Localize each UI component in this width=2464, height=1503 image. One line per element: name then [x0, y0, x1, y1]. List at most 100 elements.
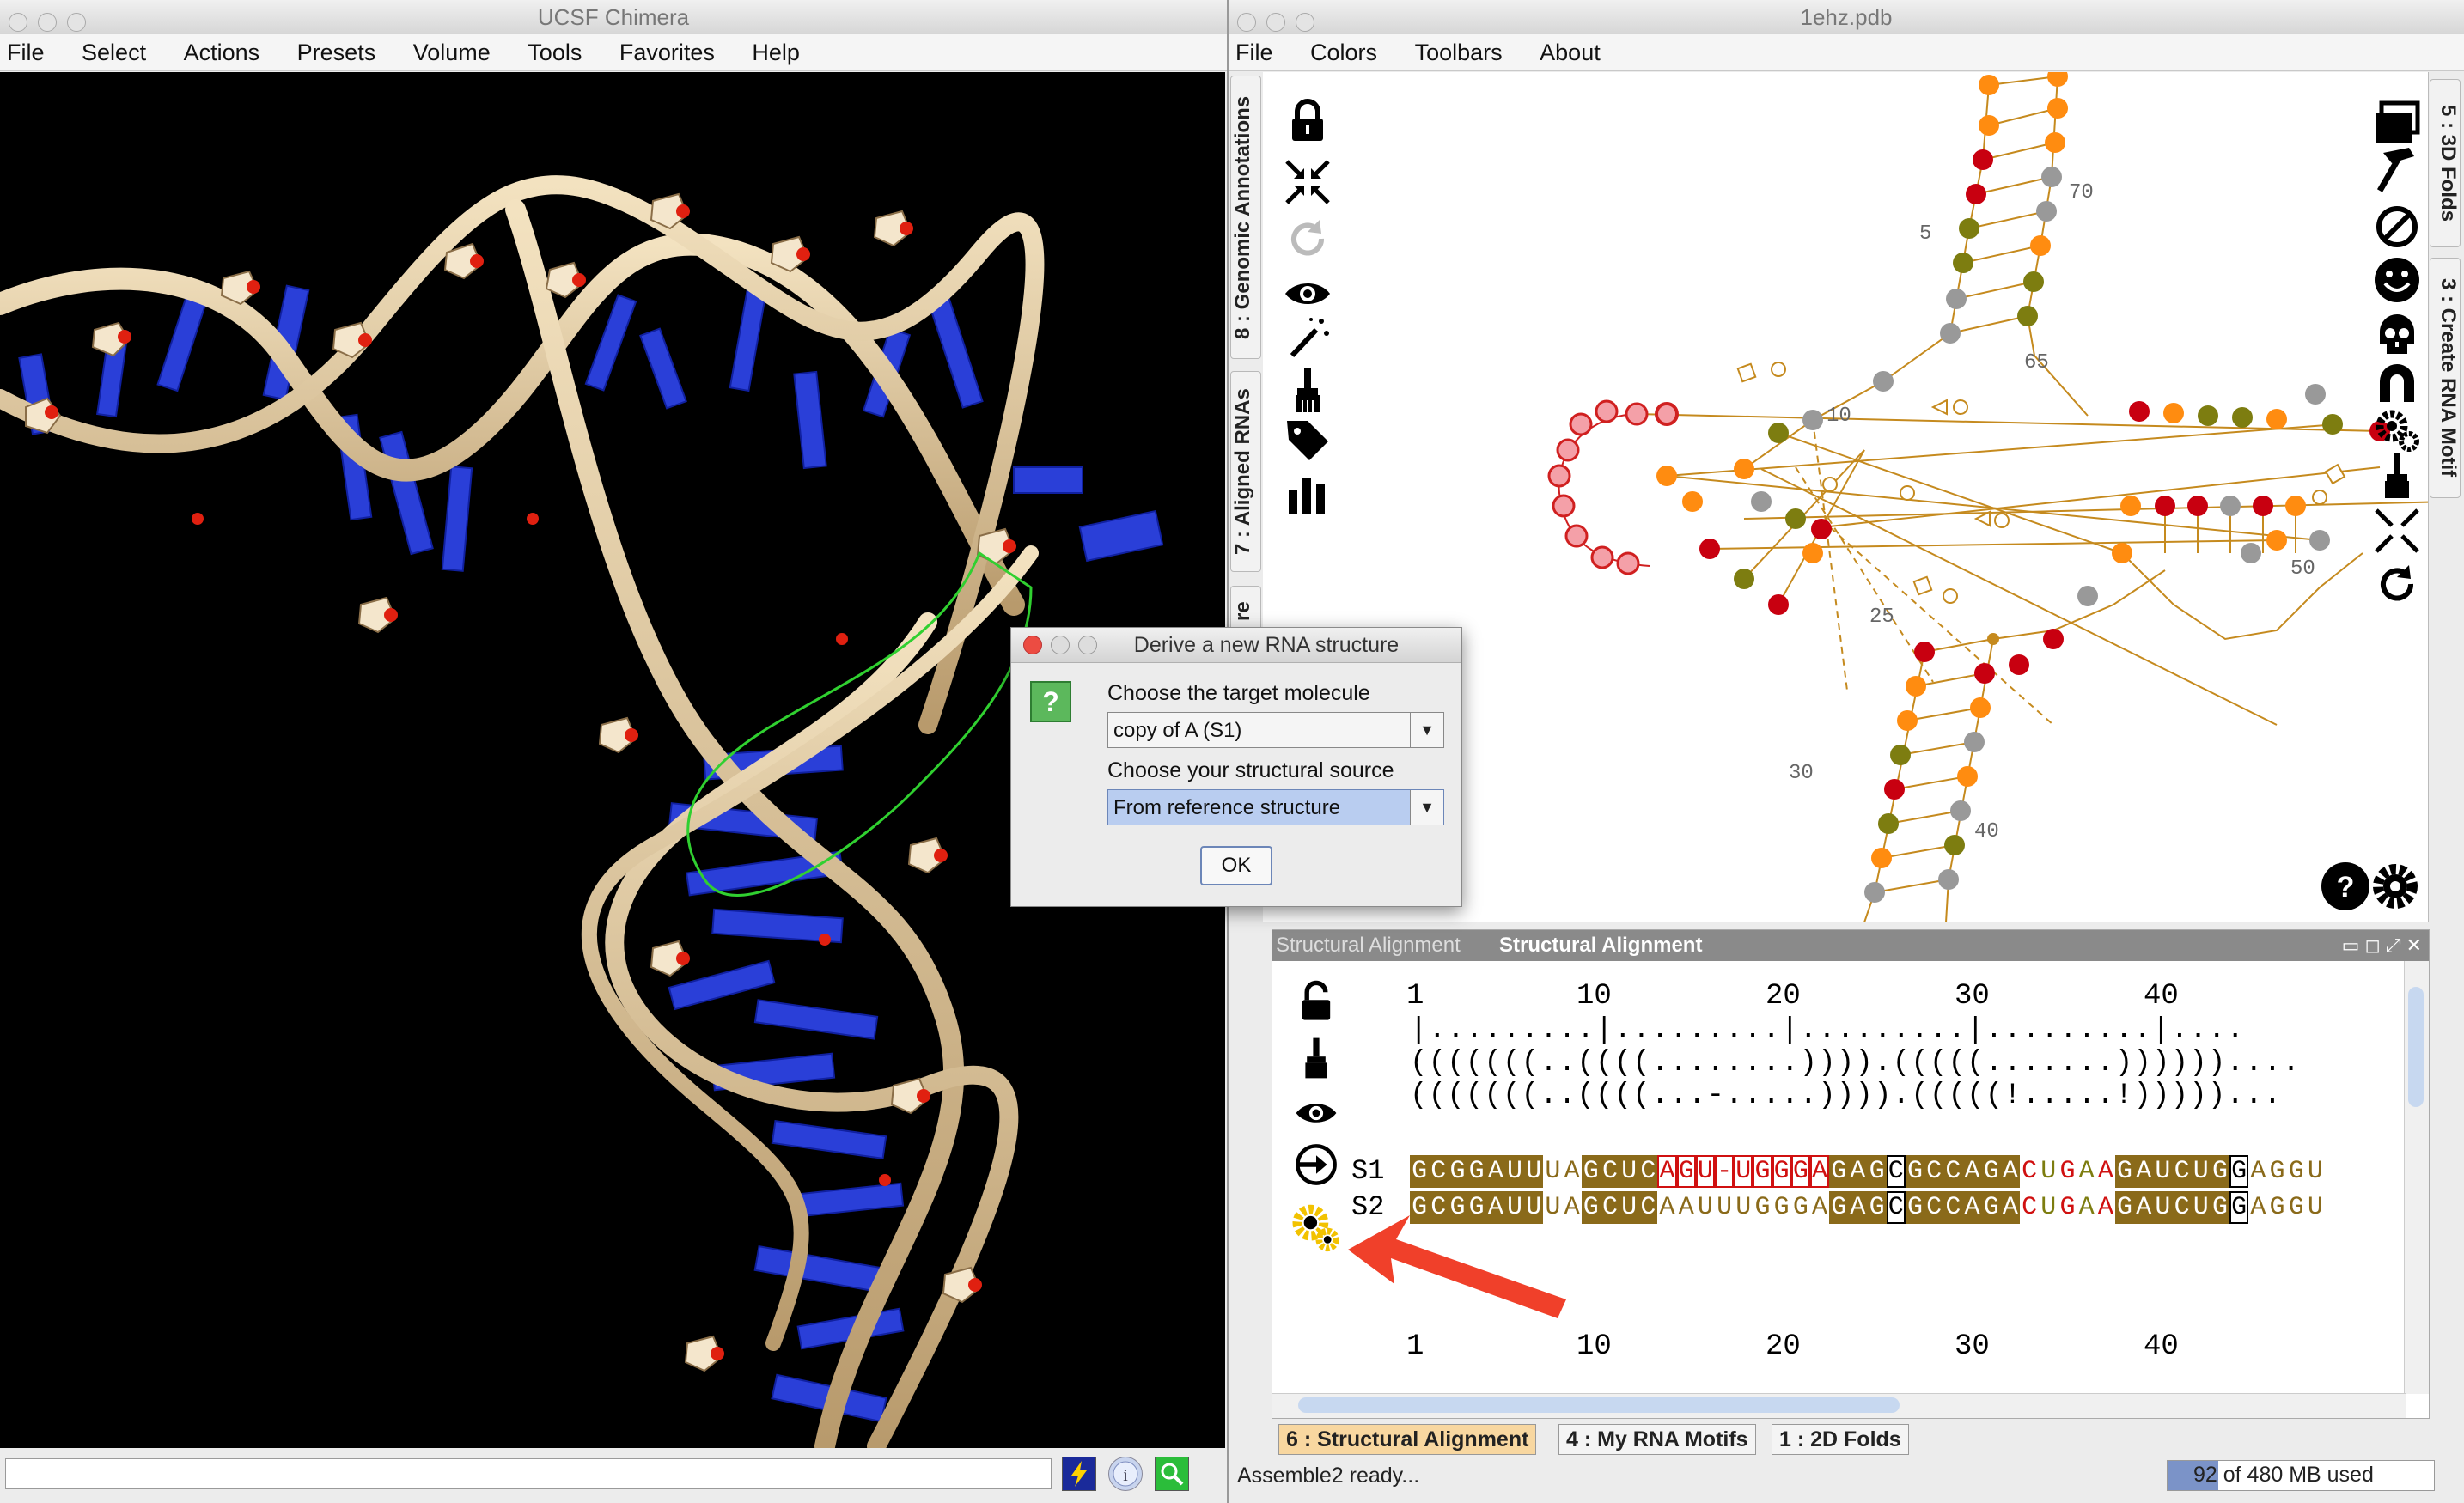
nucleotide[interactable]: G [2114, 1155, 2135, 1188]
nucleotide[interactable]: A [1848, 1191, 1868, 1224]
nucleotide[interactable]: G [1981, 1191, 2001, 1224]
menu-actions[interactable]: Actions [184, 40, 260, 65]
tag-icon[interactable] [1282, 414, 1333, 466]
nucleotide[interactable]: C [1429, 1191, 1449, 1224]
menu-volume[interactable]: Volume [413, 40, 491, 65]
nucleotide[interactable]: G [1829, 1191, 1849, 1224]
tab-2d-folds[interactable]: 1 : 2D Folds [1772, 1424, 1909, 1455]
menu-about[interactable]: About [1540, 40, 1601, 65]
menu-help[interactable]: Help [752, 40, 800, 65]
nucleotide[interactable]: C [1600, 1155, 1620, 1188]
nucleotide[interactable]: G [2210, 1191, 2230, 1224]
tab-aligned-rnas[interactable]: 7 : Aligned RNAs [1230, 371, 1261, 572]
nucleotide[interactable]: U [2153, 1191, 2173, 1224]
sequence-row-s2[interactable]: GCGGAUUUAGCUCAAUUUGGGAGAGCGCCAGACUGAAGAU… [1410, 1191, 2325, 1224]
nucleotide[interactable]: A [1563, 1155, 1582, 1188]
nucleotide[interactable]: C [1943, 1191, 1963, 1224]
eye-icon[interactable] [1282, 268, 1333, 319]
menu-toolbars[interactable]: Toolbars [1415, 40, 1503, 65]
nucleotide[interactable]: A [2096, 1191, 2115, 1224]
close-window-button[interactable] [1237, 13, 1256, 32]
sign-in-icon[interactable] [1293, 1141, 1339, 1188]
nucleotide[interactable]: G [1467, 1155, 1486, 1188]
nucleotide[interactable]: G [1581, 1155, 1601, 1188]
nucleotide[interactable]: U [1504, 1191, 1525, 1224]
nucleotide[interactable]: G [1753, 1191, 1772, 1224]
panel-window-controls[interactable]: ▭ ◻ ⤢ ✕ [2342, 930, 2422, 961]
nucleotide[interactable]: U [1619, 1191, 1639, 1224]
zoom-window-button[interactable] [1296, 13, 1314, 32]
nucleotide[interactable]: C [1924, 1155, 1944, 1188]
nucleotide[interactable]: A [2248, 1155, 2267, 1188]
sequence-row-s1[interactable]: GCGGAUUUAGCUCAGU-UGGGAGAGCGCCAGACUGAAGAU… [1410, 1155, 2325, 1188]
nucleotide[interactable]: G [1448, 1191, 1467, 1224]
nucleotide[interactable]: G [2114, 1191, 2135, 1224]
nucleotide[interactable]: G [1676, 1155, 1696, 1188]
compress-icon[interactable] [2371, 505, 2423, 557]
tab-structural-alignment[interactable]: 6 : Structural Alignment [1278, 1424, 1537, 1455]
nucleotide[interactable]: C [1638, 1191, 1658, 1224]
nucleotide[interactable]: A [1810, 1191, 1829, 1224]
nucleotide[interactable]: G [2229, 1191, 2249, 1224]
nucleotide[interactable]: G [2267, 1191, 2286, 1224]
info-button[interactable]: i [1108, 1457, 1143, 1491]
menu-select[interactable]: Select [82, 40, 146, 65]
horizontal-scrollbar[interactable] [1272, 1393, 2406, 1418]
nucleotide[interactable]: G [1867, 1191, 1887, 1224]
nucleotide[interactable]: U [1734, 1191, 1753, 1224]
refresh-icon[interactable] [1282, 213, 1333, 265]
nucleotide[interactable]: U [2039, 1155, 2058, 1188]
nucleotide[interactable]: U [2153, 1155, 2173, 1188]
unlock-icon[interactable] [1293, 978, 1339, 1025]
nucleotide[interactable]: A [2134, 1191, 2154, 1224]
bar-chart-icon[interactable] [1282, 467, 1333, 519]
zoom-window-button[interactable] [67, 13, 86, 32]
gear-icon[interactable] [2369, 861, 2421, 912]
nucleotide[interactable]: G [1829, 1155, 1849, 1188]
nucleotide[interactable]: U [1619, 1155, 1639, 1188]
dialog-minimize-button[interactable] [1051, 636, 1070, 654]
nucleotide[interactable]: A [1809, 1155, 1830, 1188]
tab-structural-alignment-active[interactable]: Structural Alignment [1499, 930, 1702, 961]
nucleotide[interactable]: C [1924, 1191, 1944, 1224]
target-select[interactable]: copy of A (S1) ▼ [1107, 712, 1444, 748]
menu-file[interactable]: File [1235, 40, 1273, 65]
nucleotide[interactable]: G [2267, 1155, 2286, 1188]
nucleotide[interactable]: G [1981, 1155, 2001, 1188]
nucleotide[interactable]: A [2000, 1191, 2020, 1224]
nucleotide[interactable]: U [2306, 1155, 2325, 1188]
vertical-scrollbar[interactable] [2404, 961, 2429, 1394]
dialog-close-button[interactable] [1023, 636, 1042, 654]
minimize-window-button[interactable] [38, 13, 57, 32]
nucleotide[interactable]: G [1581, 1191, 1601, 1224]
smiley-icon[interactable] [2371, 254, 2423, 306]
nucleotide[interactable]: C [2172, 1191, 2192, 1224]
nucleotide[interactable]: G [1467, 1191, 1486, 1224]
nucleotide[interactable]: C [1886, 1155, 1906, 1188]
minimize-window-button[interactable] [1266, 13, 1285, 32]
nucleotide[interactable]: U [2191, 1155, 2211, 1188]
nucleotide[interactable]: C [2172, 1155, 2192, 1188]
paintbrush-icon[interactable] [1282, 364, 1333, 416]
nucleotide[interactable]: G [1753, 1155, 1772, 1188]
menu-favorites[interactable]: Favorites [619, 40, 715, 65]
nucleotide[interactable]: A [1962, 1155, 1982, 1188]
nucleotide[interactable]: G [1791, 1191, 1810, 1224]
menu-presets[interactable]: Presets [297, 40, 376, 65]
nucleotide[interactable]: C [1429, 1155, 1449, 1188]
nucleotide[interactable]: A [1848, 1155, 1868, 1188]
nucleotide[interactable]: G [1448, 1155, 1467, 1188]
nucleotide[interactable]: C [1638, 1155, 1658, 1188]
nucleotide[interactable]: G [1905, 1191, 1925, 1224]
nucleotide[interactable]: C [2020, 1191, 2039, 1224]
tab-create-rna-motif[interactable]: 3 : Create RNA Motif [2430, 258, 2461, 498]
nucleotide[interactable]: A [2077, 1155, 2096, 1188]
nucleotide[interactable]: U [1715, 1191, 1734, 1224]
nucleotide[interactable]: C [1943, 1155, 1963, 1188]
refresh-icon[interactable] [2371, 558, 2423, 610]
tab-genomic-annotations[interactable]: 8 : Genomic Annotations [1230, 76, 1261, 359]
lightning-button[interactable] [1062, 1457, 1096, 1491]
nucleotide[interactable]: G [2229, 1155, 2249, 1188]
nucleotide[interactable]: G [1867, 1155, 1887, 1188]
ok-button[interactable]: OK [1200, 846, 1272, 885]
